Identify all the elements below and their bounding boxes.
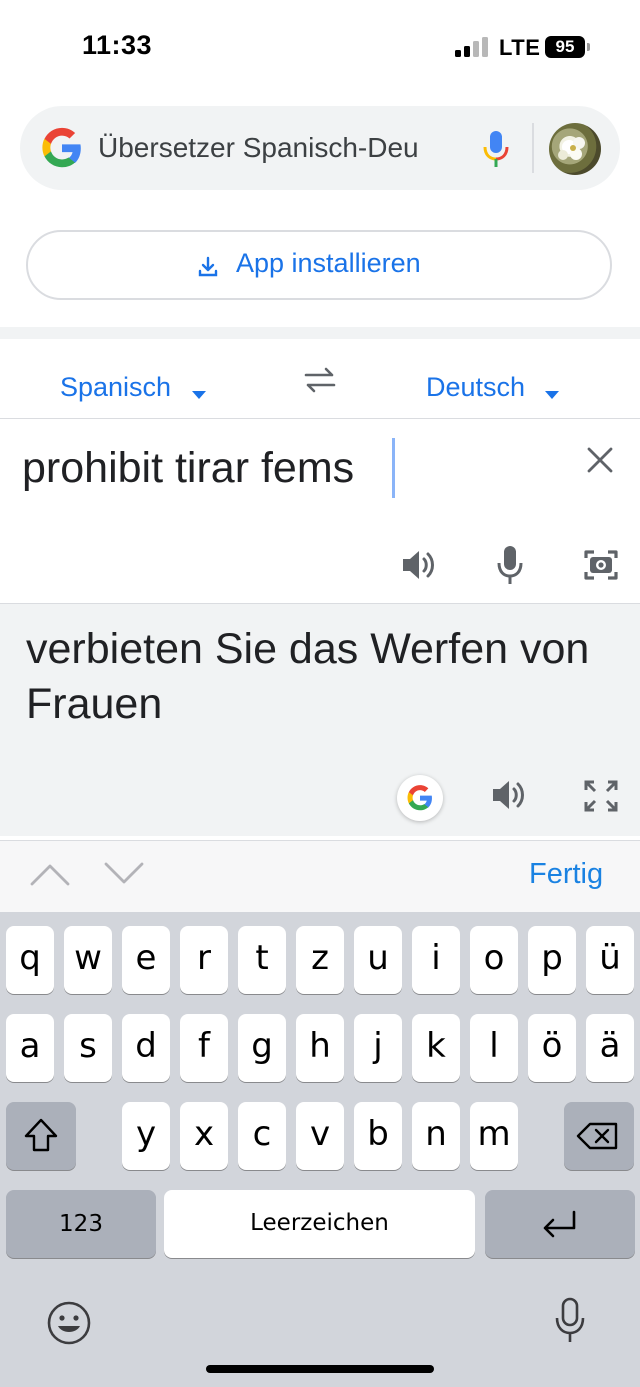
- fullscreen-expand-icon[interactable]: [583, 779, 619, 813]
- key-l[interactable]: l: [470, 1014, 518, 1082]
- battery-tip: [587, 43, 590, 51]
- done-button[interactable]: Fertig: [529, 858, 603, 891]
- emoji-icon[interactable]: [46, 1300, 92, 1346]
- google-logo-icon: [407, 785, 432, 811]
- key-x[interactable]: x: [180, 1102, 228, 1170]
- key-i[interactable]: i: [412, 926, 460, 994]
- cellular-signal-icon: [455, 37, 488, 57]
- key-h[interactable]: h: [296, 1014, 344, 1082]
- numbers-key[interactable]: 123: [6, 1190, 156, 1258]
- key-z[interactable]: z: [296, 926, 344, 994]
- key-g[interactable]: g: [238, 1014, 286, 1082]
- battery-indicator: 95: [545, 36, 585, 58]
- text-cursor: [392, 438, 395, 498]
- target-language-selector[interactable]: Deutsch: [426, 372, 525, 403]
- avatar-flower-image: [558, 137, 585, 160]
- backspace-key[interactable]: [564, 1102, 634, 1170]
- keyboard: q w e r t z u i o p ü a s d f g h j k l …: [0, 912, 640, 1387]
- key-ue[interactable]: ü: [586, 926, 634, 994]
- home-indicator[interactable]: [206, 1365, 434, 1373]
- key-ae[interactable]: ä: [586, 1014, 634, 1082]
- key-oe[interactable]: ö: [528, 1014, 576, 1082]
- chevron-up-icon[interactable]: [30, 862, 70, 886]
- chevron-down-icon[interactable]: [104, 862, 144, 886]
- download-icon: [198, 256, 218, 277]
- google-logo-icon[interactable]: [40, 126, 84, 170]
- key-a[interactable]: a: [6, 1014, 54, 1082]
- close-icon[interactable]: [586, 446, 614, 474]
- shift-icon: [24, 1118, 58, 1152]
- key-w[interactable]: w: [64, 926, 112, 994]
- key-n[interactable]: n: [412, 1102, 460, 1170]
- chevron-down-icon[interactable]: [192, 391, 206, 399]
- key-y[interactable]: y: [122, 1102, 170, 1170]
- swap-languages-icon[interactable]: [302, 365, 338, 395]
- return-icon: [543, 1210, 576, 1238]
- key-k[interactable]: k: [412, 1014, 460, 1082]
- key-m[interactable]: m: [470, 1102, 518, 1170]
- key-u[interactable]: u: [354, 926, 402, 994]
- microphone-icon[interactable]: [496, 544, 524, 586]
- search-input[interactable]: Übersetzer Spanisch-Deu: [98, 128, 460, 168]
- language-row-divider: [0, 418, 640, 419]
- key-f[interactable]: f: [180, 1014, 228, 1082]
- section-separator: [0, 327, 640, 339]
- key-j[interactable]: j: [354, 1014, 402, 1082]
- key-d[interactable]: d: [122, 1014, 170, 1082]
- search-divider: [532, 123, 534, 173]
- speaker-icon[interactable]: [490, 776, 528, 814]
- key-e[interactable]: e: [122, 926, 170, 994]
- backspace-icon: [576, 1122, 618, 1150]
- install-app-label[interactable]: App installieren: [236, 248, 421, 279]
- chevron-down-icon[interactable]: [545, 391, 559, 399]
- key-b[interactable]: b: [354, 1102, 402, 1170]
- camera-translate-icon[interactable]: [582, 546, 620, 582]
- google-search-translation-button[interactable]: [397, 775, 443, 821]
- voice-search-mic-icon[interactable]: [482, 129, 510, 169]
- source-language-selector[interactable]: Spanisch: [60, 372, 171, 403]
- shift-key[interactable]: [6, 1102, 76, 1170]
- key-q[interactable]: q: [6, 926, 54, 994]
- network-type: LTE: [499, 35, 541, 60]
- status-time: 11:33: [82, 30, 153, 60]
- source-text-input[interactable]: prohibit tirar fems: [22, 444, 354, 493]
- dictation-mic-icon[interactable]: [554, 1296, 586, 1346]
- key-t[interactable]: t: [238, 926, 286, 994]
- search-text-fade: [420, 126, 470, 170]
- key-c[interactable]: c: [238, 1102, 286, 1170]
- translation-output-text: verbieten Sie das Werfen von Frauen: [26, 625, 590, 728]
- speaker-icon[interactable]: [400, 546, 438, 584]
- avatar[interactable]: [549, 123, 601, 175]
- key-o[interactable]: o: [470, 926, 518, 994]
- return-key[interactable]: [485, 1190, 635, 1258]
- key-v[interactable]: v: [296, 1102, 344, 1170]
- space-key[interactable]: Leerzeichen: [164, 1190, 475, 1258]
- key-r[interactable]: r: [180, 926, 228, 994]
- key-p[interactable]: p: [528, 926, 576, 994]
- key-s[interactable]: s: [64, 1014, 112, 1082]
